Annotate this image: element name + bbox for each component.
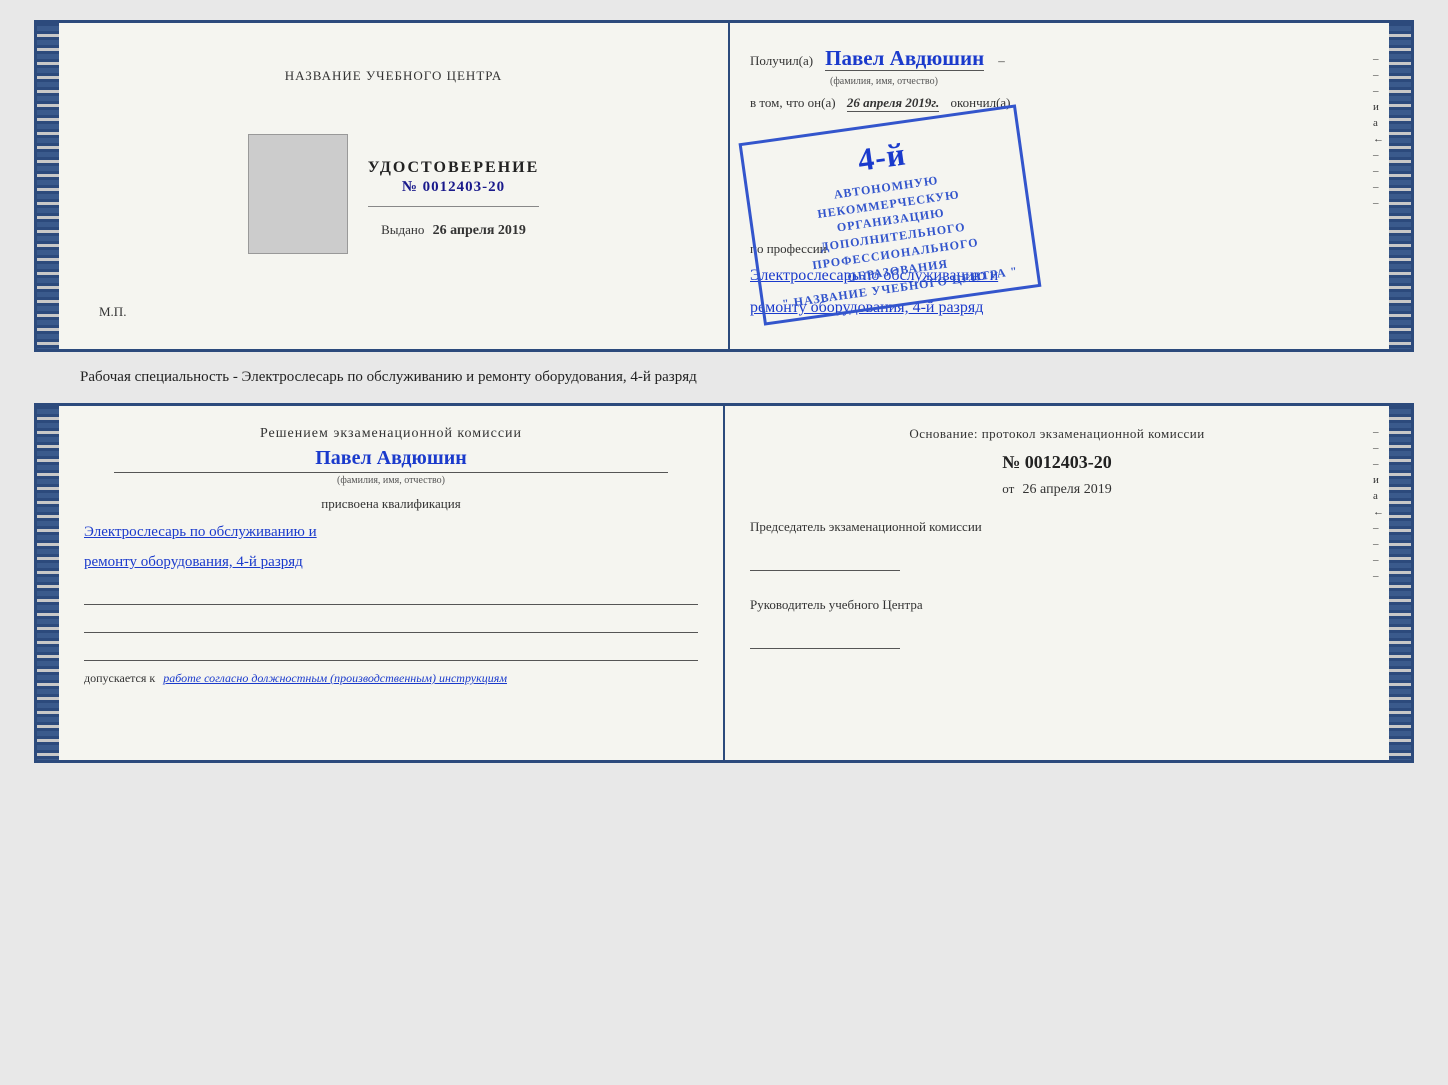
sig-line2 <box>84 613 698 633</box>
side-dash7: – <box>1373 197 1384 209</box>
qualification-line1: Электрослесарь по обслуживанию и <box>84 517 698 547</box>
side-char-a: а <box>1373 117 1384 129</box>
bottom-document: Решением экзаменационной комиссии Павел … <box>34 403 1414 763</box>
bottom-side-dash1: – <box>1373 426 1384 438</box>
qualification-line2: ремонту оборудования, 4-й разряд <box>84 547 698 577</box>
training-center-title-top: НАЗВАНИЕ УЧЕБНОГО ЦЕНТРА <box>285 68 502 84</box>
bottom-right-binding <box>1389 406 1411 760</box>
bottom-side-dash5: – <box>1373 538 1384 550</box>
bottom-side-dash2: – <box>1373 442 1384 454</box>
bottom-person-name: Павел Авдюшин <box>84 447 698 470</box>
side-char-arrow: ← <box>1373 133 1384 145</box>
bottom-side-dash6: – <box>1373 554 1384 566</box>
side-dash5: – <box>1373 165 1384 177</box>
left-binding <box>37 23 59 349</box>
issued-date: 26 апреля 2019 <box>433 223 526 238</box>
photo-placeholder <box>248 134 348 254</box>
side-dash1: – <box>1373 53 1384 65</box>
bottom-side-dash3: – <box>1373 458 1384 470</box>
cert-type-label: УДОСТОВЕРЕНИЕ <box>368 159 540 177</box>
middle-description: Рабочая специальность - Электрослесарь п… <box>70 369 1378 386</box>
received-label: Получил(а) <box>750 53 813 68</box>
name-subtitle-top: (фамилия, имя, отчество) <box>830 76 1369 87</box>
recipient-name: Павел Авдюшин <box>825 46 984 71</box>
chairman-sig-line <box>750 551 900 571</box>
bottom-side-dash4: – <box>1373 522 1384 534</box>
bottom-left-panel: Решением экзаменационной комиссии Павел … <box>59 406 725 760</box>
side-dash3: – <box>1373 85 1384 97</box>
bottom-side-char-i: и <box>1373 474 1384 486</box>
bottom-side-char-a: а <box>1373 490 1384 502</box>
side-dash6: – <box>1373 181 1384 193</box>
side-dash2: – <box>1373 69 1384 81</box>
bottom-side-dash7: – <box>1373 570 1384 582</box>
commission-text: Решением экзаменационной комиссии <box>84 426 698 442</box>
director-title: Руководитель учебного Центра <box>750 596 1364 614</box>
bottom-name-subtitle: (фамилия, имя, отчество) <box>114 472 668 486</box>
allowed-text: работе согласно должностным (производств… <box>163 671 507 685</box>
basis-label: Основание: протокол экзаменационной коми… <box>750 426 1364 442</box>
director-sig-line <box>750 629 900 649</box>
top-document: НАЗВАНИЕ УЧЕБНОГО ЦЕНТРА УДОСТОВЕРЕНИЕ №… <box>34 20 1414 352</box>
qualification-assigned: присвоена квалификация <box>84 496 698 512</box>
date-from: 26 апреля 2019 <box>1023 482 1112 497</box>
bottom-side-char-arrow: ← <box>1373 506 1384 518</box>
allowed-label: допускается к <box>84 671 155 685</box>
date-text: 26 апреля 2019г. <box>847 95 939 112</box>
chairman-title: Председатель экзаменационной комиссии <box>750 518 1364 536</box>
side-char-i: и <box>1373 101 1384 113</box>
sig-line1 <box>84 585 698 605</box>
sig-line3 <box>84 641 698 661</box>
mp-label: М.П. <box>99 304 126 319</box>
bottom-left-binding <box>37 406 59 760</box>
top-right-panel: Получил(а) Павел Авдюшин – (фамилия, имя… <box>730 23 1389 349</box>
right-binding <box>1389 23 1411 349</box>
top-left-panel: НАЗВАНИЕ УЧЕБНОГО ЦЕНТРА УДОСТОВЕРЕНИЕ №… <box>59 23 730 349</box>
date-from-label: от <box>1002 481 1014 496</box>
cert-number: № 0012403-20 <box>368 179 540 196</box>
stamp-overlay: 4-й АВТОНОМНУЮ НЕКОММЕРЧЕСКУЮ ОРГАНИЗАЦИ… <box>739 104 1042 326</box>
in-that-label: в том, что он(а) <box>750 95 836 110</box>
protocol-number: № 0012403-20 <box>750 452 1364 473</box>
side-dash4: – <box>1373 149 1384 161</box>
bottom-right-panel: Основание: протокол экзаменационной коми… <box>725 406 1389 760</box>
issued-label: Выдано <box>381 222 424 237</box>
